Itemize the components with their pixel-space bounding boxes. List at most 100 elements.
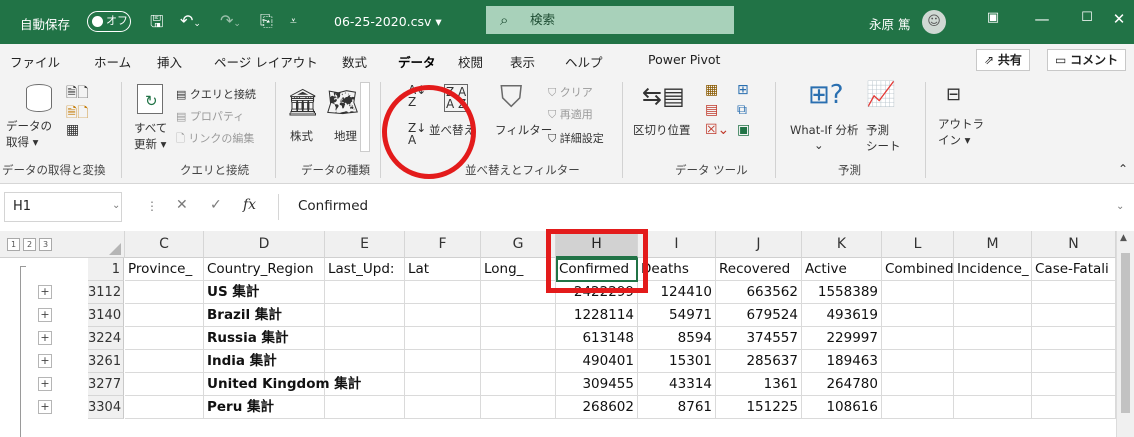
expand-group-icon[interactable]: + [38, 308, 52, 322]
flash-fill-icon[interactable]: ▦ [705, 82, 718, 98]
table-cell[interactable] [325, 281, 405, 304]
properties-button[interactable]: ▤ プロパティ [176, 108, 244, 124]
table-cell[interactable] [325, 327, 405, 350]
enter-icon[interactable]: ✓ [210, 197, 222, 213]
table-cell[interactable] [1032, 350, 1116, 373]
column-header-m[interactable]: M [954, 231, 1032, 258]
table-cell[interactable] [125, 396, 204, 419]
row-header[interactable]: 3112 [88, 281, 124, 304]
column-header-n[interactable]: N [1032, 231, 1116, 258]
table-cell[interactable] [954, 396, 1032, 419]
table-cell[interactable]: 124410 [638, 281, 716, 304]
table-cell[interactable] [125, 327, 204, 350]
forecast-sheet-label-2[interactable]: シート [866, 138, 901, 154]
column-header-k[interactable]: K [802, 231, 882, 258]
table-cell[interactable] [125, 281, 204, 304]
forecast-sheet-icon[interactable]: 📈 [866, 80, 896, 108]
consolidate-icon[interactable]: ⊞ [737, 82, 749, 98]
column-header-e[interactable]: E [325, 231, 405, 258]
column-header-f[interactable]: F [405, 231, 481, 258]
table-cell[interactable]: 43314 [638, 373, 716, 396]
user-name[interactable]: 永原 篤 [869, 14, 910, 33]
table-cell[interactable]: Brazil 集計 [204, 304, 325, 327]
table-cell[interactable]: 1558389 [802, 281, 882, 304]
table-cell[interactable] [954, 327, 1032, 350]
table-cell[interactable] [882, 327, 954, 350]
get-data-label-2[interactable]: 取得 ▾ [6, 134, 38, 150]
table-cell[interactable]: 309455 [556, 373, 638, 396]
queries-connections-button[interactable]: ▤ クエリと接続 [176, 86, 256, 102]
table-cell[interactable] [405, 373, 481, 396]
remove-duplicates-icon[interactable]: ▤ [705, 102, 718, 118]
table-cell[interactable]: 374557 [716, 327, 802, 350]
table-cell[interactable]: 151225 [716, 396, 802, 419]
table-cell[interactable]: 285637 [716, 350, 802, 373]
filter-icon[interactable]: ⛉ [500, 80, 523, 115]
table-cell[interactable]: 1361 [716, 373, 802, 396]
data-model-icon[interactable]: ▣ [737, 122, 750, 138]
table-cell[interactable] [1032, 327, 1116, 350]
table-cell[interactable] [125, 350, 204, 373]
column-header-d[interactable]: D [204, 231, 325, 258]
header-cell[interactable]: Incidence_ [954, 258, 1032, 281]
from-table-icon[interactable]: ▦ [66, 122, 79, 138]
table-cell[interactable] [481, 396, 556, 419]
insert-function-icon[interactable]: fx [243, 197, 256, 213]
table-cell[interactable] [954, 304, 1032, 327]
table-cell[interactable]: 490401 [556, 350, 638, 373]
table-cell[interactable]: 8761 [638, 396, 716, 419]
table-cell[interactable] [481, 327, 556, 350]
table-cell[interactable] [481, 373, 556, 396]
table-cell[interactable] [1032, 396, 1116, 419]
refresh-all-label-1[interactable]: すべて [134, 120, 167, 136]
table-cell[interactable]: Peru 集計 [204, 396, 325, 419]
tab-formulas[interactable]: 数式 [342, 52, 367, 71]
what-if-icon[interactable]: ⊞? [808, 80, 844, 110]
outline-label-2[interactable]: イン ▾ [938, 132, 970, 148]
refresh-all-label-2[interactable]: 更新 ▾ [134, 136, 166, 152]
undo-icon[interactable]: ↶⌄ [180, 11, 201, 30]
table-cell[interactable] [1032, 281, 1116, 304]
expand-group-icon[interactable]: + [38, 331, 52, 345]
cancel-icon[interactable]: ✕ [176, 197, 188, 213]
table-cell[interactable] [882, 304, 954, 327]
table-cell[interactable]: United Kingdom 集計 [204, 373, 361, 396]
geography-label[interactable]: 地理 [334, 128, 357, 144]
table-cell[interactable] [954, 350, 1032, 373]
data-validation-icon[interactable]: ☒⌄ [705, 122, 729, 138]
name-box[interactable]: H1 [4, 192, 122, 222]
clear-button[interactable]: ⛉ クリア [548, 84, 593, 100]
table-cell[interactable] [325, 304, 405, 327]
table-cell[interactable] [405, 327, 481, 350]
row-header[interactable]: 3261 [88, 350, 124, 373]
table-cell[interactable]: 268602 [556, 396, 638, 419]
row-header[interactable]: 1 [88, 258, 124, 281]
table-cell[interactable]: 264780 [802, 373, 882, 396]
tab-file[interactable]: ファイル [10, 52, 60, 71]
row-header[interactable]: 3140 [88, 304, 124, 327]
quick-access-icon[interactable]: ⎘ [260, 11, 273, 31]
header-cell[interactable]: Recovered [716, 258, 802, 281]
name-box-dropdown-icon[interactable]: ⌄ [112, 200, 120, 211]
geography-icon[interactable]: 🗺 [326, 88, 359, 118]
data-types-gallery-scroll[interactable] [360, 82, 370, 152]
table-cell[interactable]: 679524 [716, 304, 802, 327]
row-header[interactable]: 3224 [88, 327, 124, 350]
maximize-icon[interactable]: ☐ [1072, 10, 1102, 25]
table-cell[interactable] [125, 304, 204, 327]
tab-insert[interactable]: 挿入 [157, 52, 182, 71]
table-cell[interactable]: 613148 [556, 327, 638, 350]
tab-data[interactable]: データ [398, 52, 436, 77]
column-header-c[interactable]: C [125, 231, 204, 258]
expand-group-icon[interactable]: + [38, 400, 52, 414]
table-cell[interactable] [481, 304, 556, 327]
tab-view[interactable]: 表示 [510, 52, 535, 71]
what-if-label[interactable]: What-If 分析 [790, 122, 858, 138]
column-header-j[interactable]: J [716, 231, 802, 258]
scroll-up-icon[interactable]: ▲ [1120, 233, 1127, 243]
share-button[interactable]: ⇗ 共有 [976, 49, 1030, 71]
outline-label-1[interactable]: アウトラ [938, 116, 984, 132]
table-cell[interactable]: US 集計 [204, 281, 325, 304]
table-cell[interactable]: 54971 [638, 304, 716, 327]
table-cell[interactable]: 189463 [802, 350, 882, 373]
